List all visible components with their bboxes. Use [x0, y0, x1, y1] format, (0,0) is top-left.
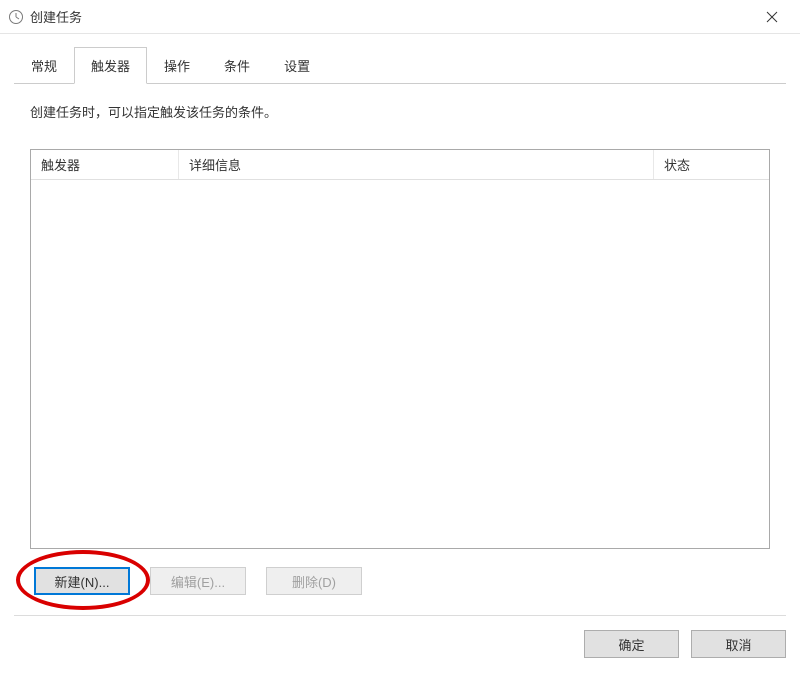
button-row: 新建(N)... 编辑(E)... 删除(D) [30, 549, 770, 595]
close-icon[interactable] [752, 0, 792, 33]
tab-general[interactable]: 常规 [14, 47, 74, 84]
delete-button: 删除(D) [266, 567, 362, 595]
titlebar: 创建任务 [0, 0, 800, 34]
edit-button: 编辑(E)... [150, 567, 246, 595]
list-header: 触发器 详细信息 状态 [31, 150, 769, 180]
clock-icon [8, 9, 24, 25]
new-button[interactable]: 新建(N)... [34, 567, 130, 595]
window-title: 创建任务 [30, 7, 752, 26]
tab-description: 创建任务时，可以指定触发该任务的条件。 [30, 102, 770, 121]
column-trigger[interactable]: 触发器 [31, 150, 179, 179]
content-area: 常规 触发器 操作 条件 设置 创建任务时，可以指定触发该任务的条件。 触发器 … [0, 34, 800, 611]
list-body[interactable] [31, 180, 769, 548]
ok-button[interactable]: 确定 [584, 630, 679, 658]
tab-conditions[interactable]: 条件 [207, 47, 267, 84]
column-status[interactable]: 状态 [654, 150, 769, 179]
tab-strip: 常规 触发器 操作 条件 设置 [14, 46, 786, 84]
column-detail[interactable]: 详细信息 [179, 150, 654, 179]
dialog-buttons: 确定 取消 [14, 615, 786, 672]
tab-actions[interactable]: 操作 [147, 47, 207, 84]
tab-content: 创建任务时，可以指定触发该任务的条件。 触发器 详细信息 状态 新建(N)...… [14, 84, 786, 611]
cancel-button[interactable]: 取消 [691, 630, 786, 658]
trigger-list[interactable]: 触发器 详细信息 状态 [30, 149, 770, 549]
tab-settings[interactable]: 设置 [267, 47, 327, 84]
tab-triggers[interactable]: 触发器 [74, 47, 147, 84]
